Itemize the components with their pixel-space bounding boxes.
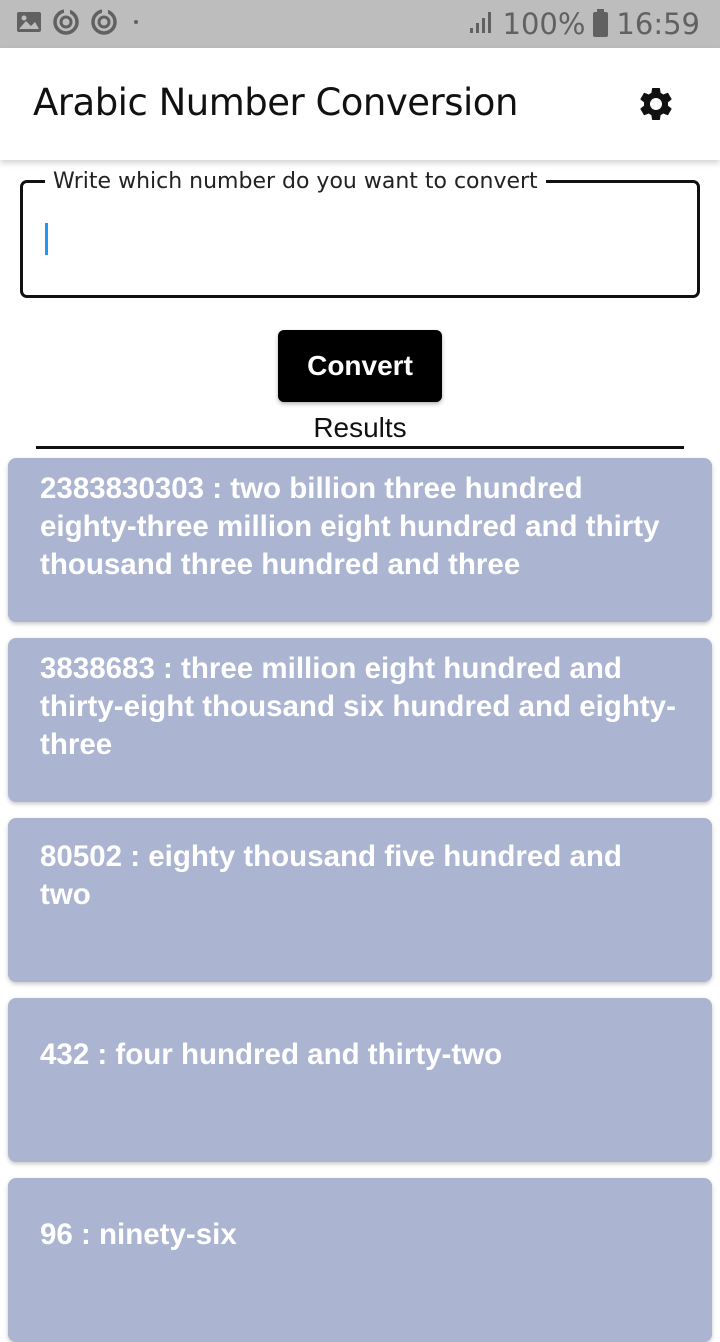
result-card[interactable]: 432 : four hundred and thirty-two (8, 998, 712, 1162)
number-input-field: Write which number do you want to conver… (20, 169, 700, 298)
settings-button[interactable] (634, 82, 678, 126)
number-input-label: Write which number do you want to conver… (45, 169, 546, 194)
sync-icon (52, 8, 80, 41)
signal-icon (469, 7, 495, 41)
results-divider (36, 446, 684, 449)
gear-icon (640, 87, 672, 120)
status-bar: 100% 16:59 (0, 0, 720, 48)
convert-button[interactable]: Convert (278, 330, 442, 402)
battery-percent: 100% (502, 7, 586, 41)
result-text: 432 : four hundred and thirty-two (40, 1038, 503, 1071)
result-card[interactable]: 3838683 : three million eight hundred an… (8, 638, 712, 802)
result-card[interactable]: 2383830303 : two billion three hundred e… (8, 458, 712, 622)
result-text: 2383830303 : two billion three hundred e… (40, 472, 660, 581)
status-time: 16:59 (616, 7, 700, 41)
image-icon (16, 9, 42, 40)
battery-icon (593, 8, 609, 37)
result-text: 3838683 : three million eight hundred an… (40, 652, 676, 761)
sync-icon (90, 8, 118, 41)
number-input[interactable] (39, 213, 679, 267)
text-caret (45, 223, 48, 255)
result-card[interactable]: 96 : ninety-six (8, 1178, 712, 1342)
result-text: 80502 : eighty thousand five hundred and… (40, 840, 622, 911)
page-title: Arabic Number Conversion (33, 81, 518, 124)
app-bar: Arabic Number Conversion (0, 48, 720, 160)
notification-icons (16, 8, 144, 40)
results-heading: Results (313, 412, 407, 443)
result-text: 96 : ninety-six (40, 1218, 237, 1251)
result-card[interactable]: 80502 : eighty thousand five hundred and… (8, 818, 712, 982)
dot-icon (128, 14, 144, 35)
status-indicators: 100% 16:59 (469, 0, 700, 48)
